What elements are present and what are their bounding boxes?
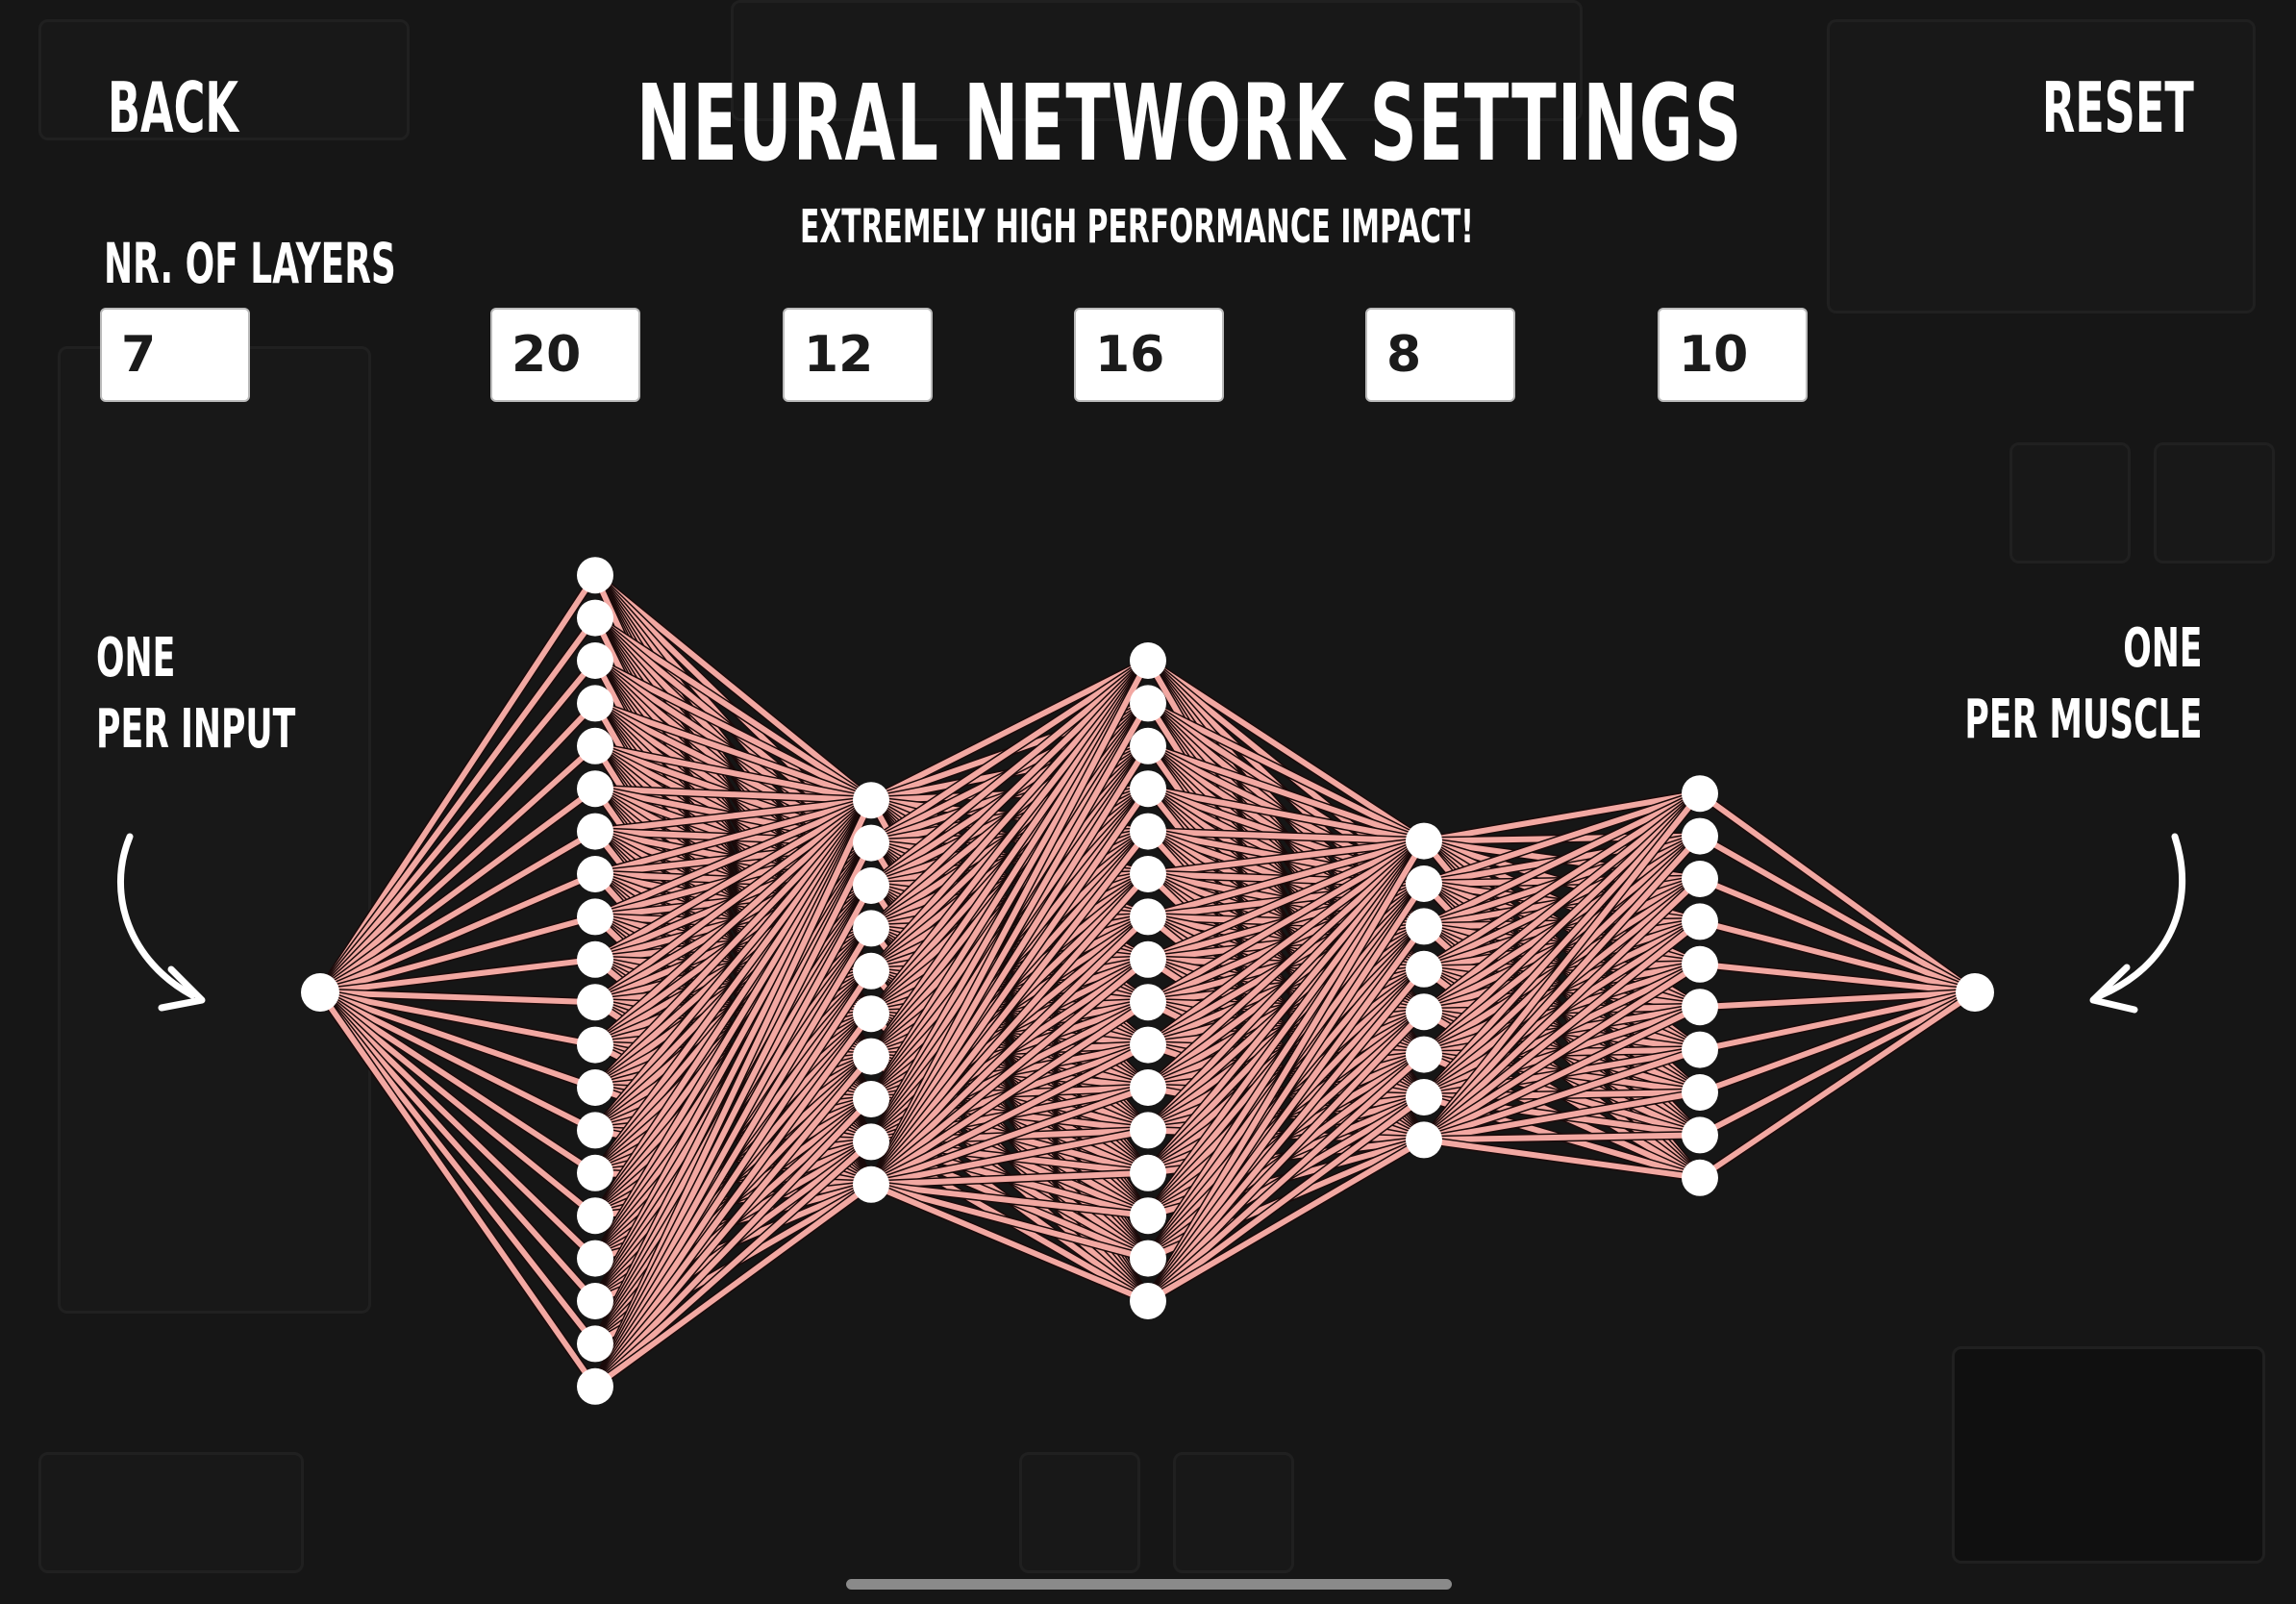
neuron-l2-20 — [577, 1367, 613, 1405]
neuron-l4-12 — [1130, 1112, 1166, 1149]
neuron-l4-7 — [1130, 898, 1166, 936]
neuron-l3-2 — [853, 824, 889, 862]
neuron-l5-2 — [1406, 865, 1442, 902]
neuron-l5-5 — [1406, 993, 1442, 1031]
neuron-l6-3 — [1682, 861, 1718, 897]
connection-l6-9-1 — [1697, 989, 1978, 1140]
neuron-l4-16 — [1130, 1283, 1166, 1319]
neuron-l4-10 — [1130, 1026, 1166, 1064]
neuron-l6-1 — [1682, 775, 1718, 813]
neuron-l2-10 — [577, 940, 613, 978]
neuron-l2-2 — [577, 599, 613, 637]
neuron-l5-1 — [1406, 822, 1442, 860]
connection-l5-8-9 — [1423, 1130, 1701, 1144]
neuron-l3-9 — [853, 1123, 889, 1161]
neuron-l2-17 — [577, 1240, 613, 1277]
neuron-l5-8 — [1406, 1121, 1442, 1159]
neuron-l2-14 — [577, 1112, 613, 1149]
neuron-l2-9 — [577, 898, 613, 936]
neuron-l4-8 — [1130, 940, 1166, 978]
neuron-l2-5 — [577, 727, 613, 764]
neuron-l2-1 — [577, 557, 613, 594]
neuron-l4-1 — [1130, 642, 1166, 679]
neuron-l3-6 — [853, 995, 889, 1033]
neuron-l6-2 — [1682, 817, 1718, 855]
output-arrow-icon — [2089, 833, 2186, 1014]
neuron-l3-5 — [853, 952, 889, 990]
neuron-l4-3 — [1130, 727, 1166, 764]
neuron-l3-10 — [853, 1165, 889, 1203]
neuron-l4-4 — [1130, 770, 1166, 808]
neuron-l7-1 — [1956, 973, 1994, 1012]
neuron-l4-15 — [1130, 1240, 1166, 1277]
neuron-l4-6 — [1130, 856, 1166, 892]
neuron-l3-3 — [853, 867, 889, 904]
neuron-l6-9 — [1682, 1116, 1718, 1154]
neuron-l2-16 — [577, 1197, 613, 1235]
connection-l1-1-4 — [316, 700, 599, 996]
neuron-l6-5 — [1682, 945, 1718, 983]
neuron-l2-15 — [577, 1154, 613, 1191]
neuron-l2-3 — [577, 642, 613, 679]
neuron-l6-7 — [1682, 1031, 1718, 1068]
neuron-l6-4 — [1682, 903, 1718, 940]
neuron-l2-11 — [577, 984, 613, 1021]
input-arrow-icon — [116, 833, 206, 1012]
network-diagram — [116, 557, 2186, 1405]
connection-l1-1-20 — [316, 990, 599, 1390]
neuron-l5-7 — [1406, 1079, 1442, 1115]
neuron-l6-8 — [1682, 1074, 1718, 1111]
neuron-l2-6 — [577, 770, 613, 808]
neuron-l2-8 — [577, 856, 613, 892]
neuron-l4-9 — [1130, 984, 1166, 1021]
neuron-l3-8 — [853, 1081, 889, 1117]
network-neurons — [301, 557, 1994, 1405]
neuron-l3-7 — [853, 1038, 889, 1075]
neuron-l6-6 — [1682, 989, 1718, 1026]
neuron-l4-11 — [1130, 1069, 1166, 1106]
neuron-l6-10 — [1682, 1159, 1718, 1196]
neuron-l3-1 — [853, 782, 889, 819]
neuron-l1-1 — [301, 973, 339, 1012]
neuron-l3-4 — [853, 910, 889, 947]
neuron-l4-13 — [1130, 1154, 1166, 1191]
neuron-l5-4 — [1406, 950, 1442, 988]
neuron-l4-2 — [1130, 685, 1166, 722]
neuron-l2-13 — [577, 1069, 613, 1106]
neuron-l5-3 — [1406, 908, 1442, 945]
neuron-l2-19 — [577, 1325, 613, 1363]
connection-l1-1-3 — [316, 658, 599, 995]
neuron-l2-4 — [577, 685, 613, 722]
neuron-l5-6 — [1406, 1036, 1442, 1073]
neuron-l2-18 — [577, 1283, 613, 1319]
neuron-l4-14 — [1130, 1197, 1166, 1235]
neuron-l4-5 — [1130, 813, 1166, 850]
home-indicator[interactable] — [846, 1579, 1452, 1590]
neuron-l2-7 — [577, 813, 613, 850]
neuron-l2-12 — [577, 1026, 613, 1064]
